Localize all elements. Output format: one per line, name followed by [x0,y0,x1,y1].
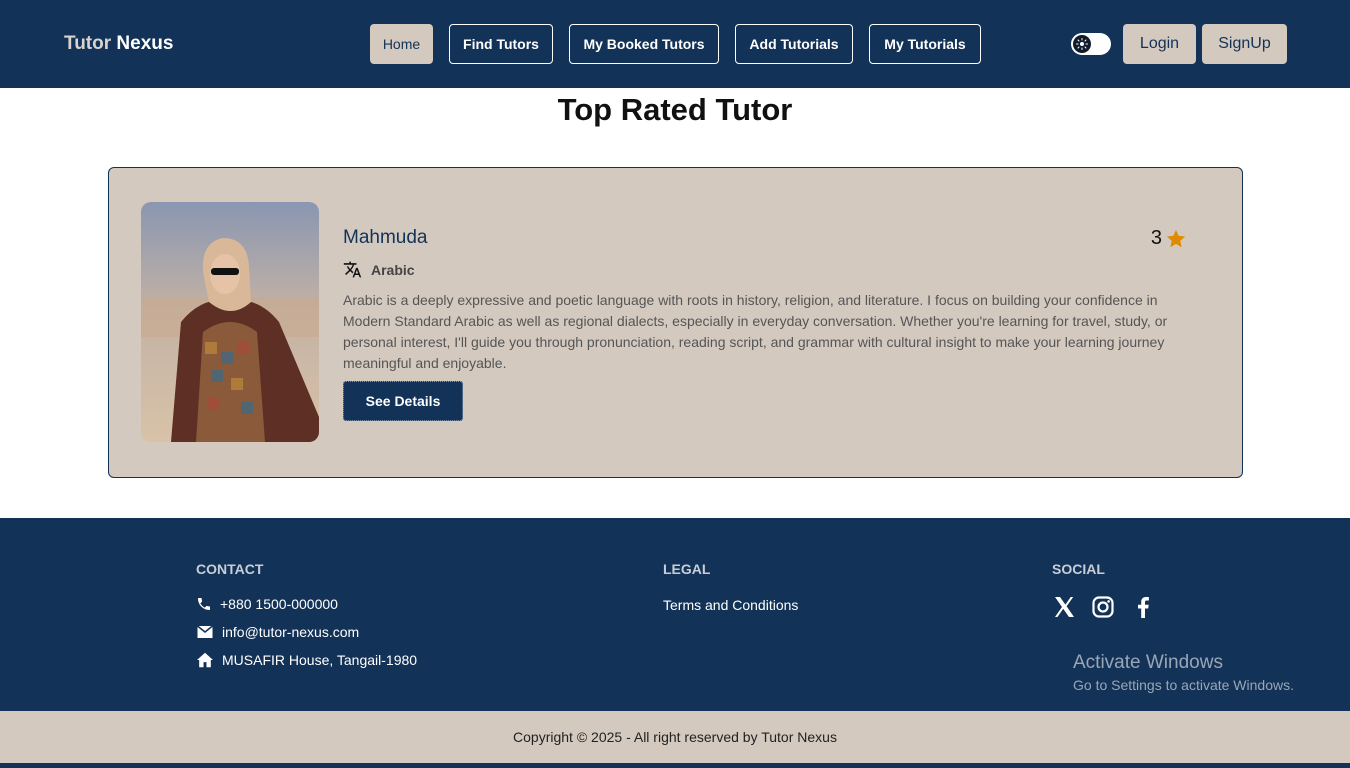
navbar: Tutor Nexus Home Find Tutors My Booked T… [0,0,1350,88]
social-title: SOCIAL [1052,561,1105,577]
brand-logo[interactable]: Tutor Nexus [64,33,173,55]
signup-button[interactable]: SignUp [1202,24,1287,64]
footer: CONTACT +880 1500-000000 info@tutor-nexu… [0,518,1350,711]
nav-add-tutorials-button[interactable]: Add Tutorials [735,24,853,64]
contact-phone[interactable]: +880 1500-000000 [196,596,338,612]
nav-find-tutors-button[interactable]: Find Tutors [449,24,553,64]
nav-my-booked-tutors-button[interactable]: My Booked Tutors [569,24,719,64]
login-button[interactable]: Login [1123,24,1196,64]
tutor-rating: 3 [1151,227,1187,250]
language-label: Arabic [371,261,415,278]
legal-title: LEGAL [663,561,711,577]
phone-text: +880 1500-000000 [220,596,338,612]
x-twitter-icon[interactable] [1052,595,1076,619]
contact-email[interactable]: info@tutor-nexus.com [196,624,359,640]
watermark-title: Activate Windows [1073,652,1223,673]
terms-link[interactable]: Terms and Conditions [663,597,798,613]
tutor-language: Arabic [343,260,415,279]
nav-home-button[interactable]: Home [370,24,433,64]
tutor-description: Arabic is a deeply expressive and poetic… [343,292,1168,371]
phone-icon [198,598,210,610]
watermark-subtitle: Go to Settings to activate Windows. [1073,677,1294,693]
brand-part1: Tutor [64,33,112,54]
contact-title: CONTACT [196,561,264,577]
tutor-photo [141,202,319,442]
nav-my-tutorials-button[interactable]: My Tutorials [869,24,981,64]
facebook-icon[interactable] [1131,595,1155,619]
home-icon [197,652,213,668]
address-text: MUSAFIR House, Tangail-1980 [222,652,418,668]
activate-windows-watermark: Activate Windows Go to Settings to activ… [1073,652,1294,693]
translate-icon [343,261,362,278]
mail-icon [197,625,213,638]
sun-icon [1073,35,1091,53]
star-icon [1166,229,1186,247]
instagram-icon[interactable] [1091,595,1115,619]
see-details-button[interactable]: See Details [343,381,463,421]
tutor-card: Mahmuda 3 Arabic Arabic is a deeply expr… [108,167,1243,478]
bottom-strip [0,763,1350,768]
contact-address: MUSAFIR House, Tangail-1980 [196,652,417,668]
copyright-bar: Copyright © 2025 - All right reserved by… [0,711,1350,763]
section-title: Top Rated Tutor [557,92,793,127]
brand-part2: Nexus [116,33,174,54]
email-text: info@tutor-nexus.com [222,624,360,640]
theme-toggle[interactable] [1071,33,1111,55]
rating-value: 3 [1150,227,1162,249]
tutor-name[interactable]: Mahmuda [343,227,428,249]
